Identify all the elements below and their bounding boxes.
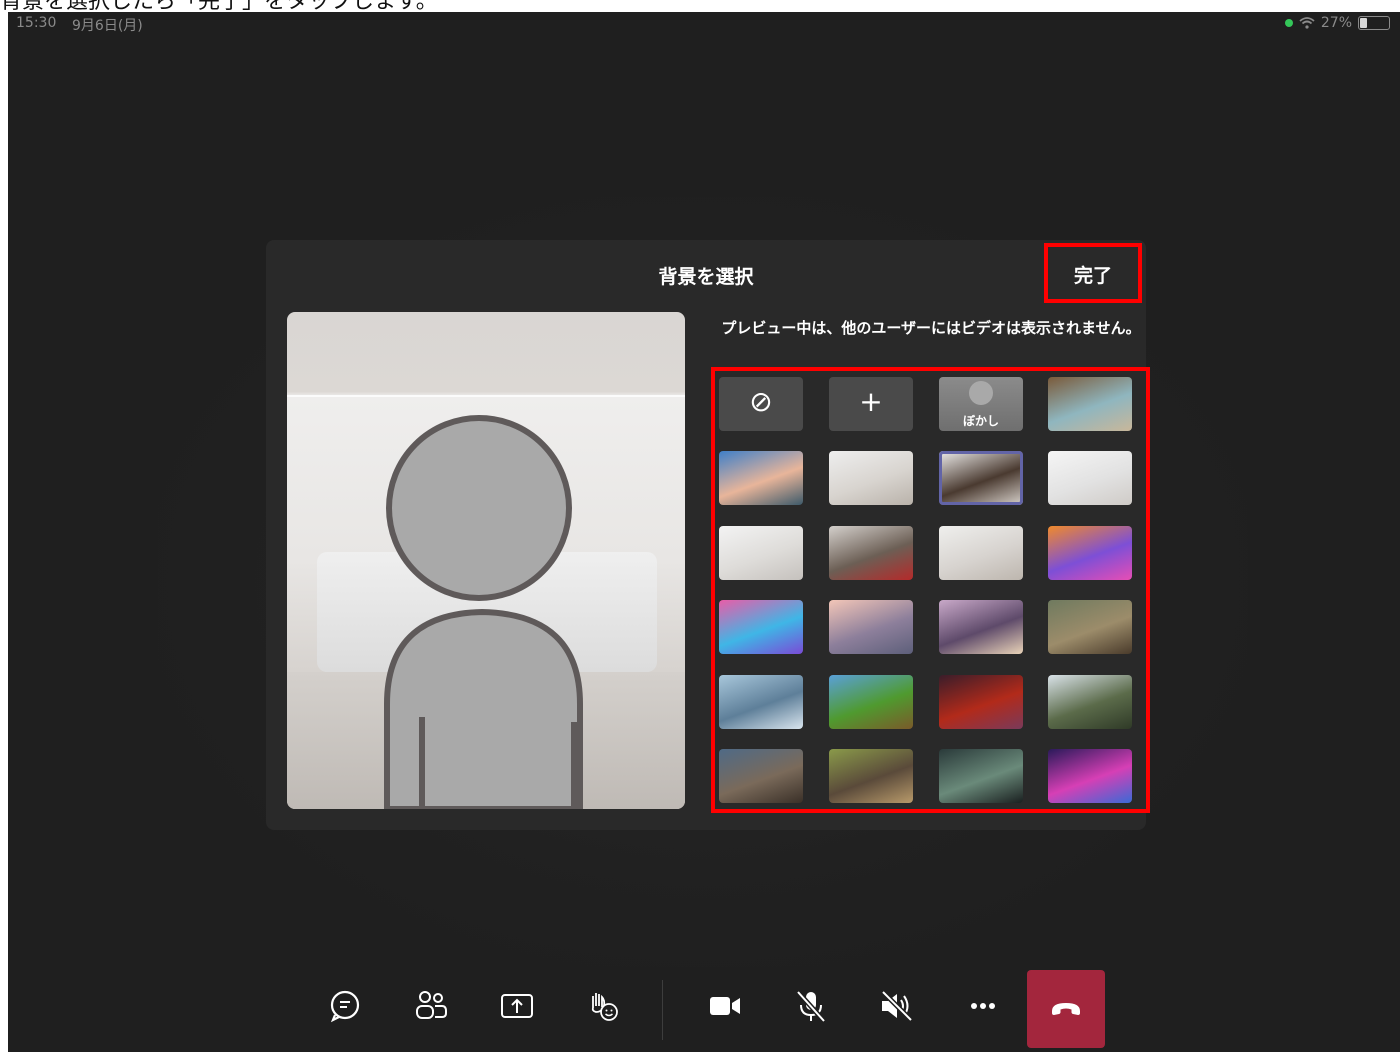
background-tile-alien-planet[interactable]: [939, 749, 1023, 803]
battery-percent: 27%: [1320, 15, 1352, 31]
wifi-icon: [1299, 17, 1315, 29]
background-tile-village-street[interactable]: [829, 749, 913, 803]
person-silhouette-icon: [384, 415, 583, 809]
call-toolbar: [8, 960, 1400, 1052]
camera-indicator-icon: [1284, 19, 1293, 27]
blur-person-icon: [969, 381, 993, 405]
status-time: 15:30: [16, 15, 57, 31]
battery-icon: [1358, 16, 1390, 30]
background-tile-bridge[interactable]: [829, 600, 913, 654]
no-background-icon: ⊘: [749, 385, 773, 418]
background-tile-office-glass[interactable]: [1048, 377, 1132, 431]
panel-title: 背景を選択: [658, 266, 754, 288]
background-tile-mountain-valley[interactable]: [1048, 675, 1132, 729]
camera-button[interactable]: [703, 984, 747, 1028]
background-tile-office-interior[interactable]: [829, 526, 913, 580]
background-tile-balloons-orange[interactable]: [1048, 526, 1132, 580]
share-button[interactable]: [495, 984, 539, 1028]
mic-button[interactable]: [789, 984, 833, 1028]
preview-notice: プレビュー中は、他のユーザーにはビデオは表示されません。: [721, 319, 1141, 337]
mic-off-icon: [796, 990, 826, 1023]
page-caption: 背景を選択したら「完了」をタップします。: [0, 0, 1400, 12]
reactions-button[interactable]: [581, 984, 625, 1028]
share-icon: [501, 994, 533, 1018]
background-tile-white-room-window[interactable]: [939, 451, 1023, 505]
background-tile-canyon-creature[interactable]: [939, 600, 1023, 654]
chat-button[interactable]: [323, 984, 367, 1028]
hang-up-icon: [1052, 1003, 1080, 1015]
camera-icon: [710, 997, 740, 1015]
done-button[interactable]: 完了: [1048, 261, 1138, 288]
background-tile-balloons-pink[interactable]: [719, 600, 803, 654]
background-tile-blur[interactable]: ぼかし: [939, 377, 1023, 431]
background-tile-street-sky[interactable]: [719, 451, 803, 505]
teams-call-screen: 15:30 9月6日(月) 27% 背景を選択 完了 プレビュー中は、他のユーザ…: [8, 12, 1400, 1052]
blur-label: ぼかし: [962, 414, 999, 428]
background-tile-white-room-2[interactable]: [1048, 451, 1132, 505]
done-highlight: 完了: [1044, 243, 1142, 303]
status-bar: 15:30 9月6日(月) 27%: [8, 12, 1400, 36]
add-background-icon: +: [859, 385, 883, 418]
background-tile-minecraft-grass[interactable]: [829, 675, 913, 729]
more-icon: [971, 1003, 995, 1009]
background-tile-classroom[interactable]: [1048, 600, 1132, 654]
background-tile-white-curtain[interactable]: [939, 526, 1023, 580]
participants-button[interactable]: [409, 984, 453, 1028]
speaker-off-icon: [881, 990, 913, 1022]
reactions-icon: [591, 993, 618, 1021]
chat-icon: [330, 990, 360, 1023]
background-grid-highlight: [711, 367, 1150, 813]
toolbar-divider: [662, 980, 663, 1040]
speaker-button[interactable]: [875, 984, 919, 1028]
background-tile-minecraft-nether[interactable]: [939, 675, 1023, 729]
status-date: 9月6日(月): [72, 18, 143, 34]
background-tile-lab[interactable]: [719, 675, 803, 729]
video-preview: [287, 312, 685, 809]
background-tile-white-room-1[interactable]: [829, 451, 913, 505]
background-tile-white-room-3[interactable]: [719, 526, 803, 580]
participants-icon: [416, 991, 447, 1019]
background-picker-panel: 背景を選択 完了 プレビュー中は、他のユーザーにはビデオは表示されません。 ⊘ +…: [266, 240, 1150, 830]
background-tile-galaxy[interactable]: [1048, 749, 1132, 803]
background-tile-ruins-arch[interactable]: [719, 749, 803, 803]
background-tile-none[interactable]: ⊘: [719, 377, 803, 431]
hang-up-button[interactable]: [1027, 970, 1105, 1048]
more-button[interactable]: [961, 984, 1005, 1028]
status-indicators: 27%: [1284, 15, 1390, 31]
background-tile-add[interactable]: +: [829, 377, 913, 431]
